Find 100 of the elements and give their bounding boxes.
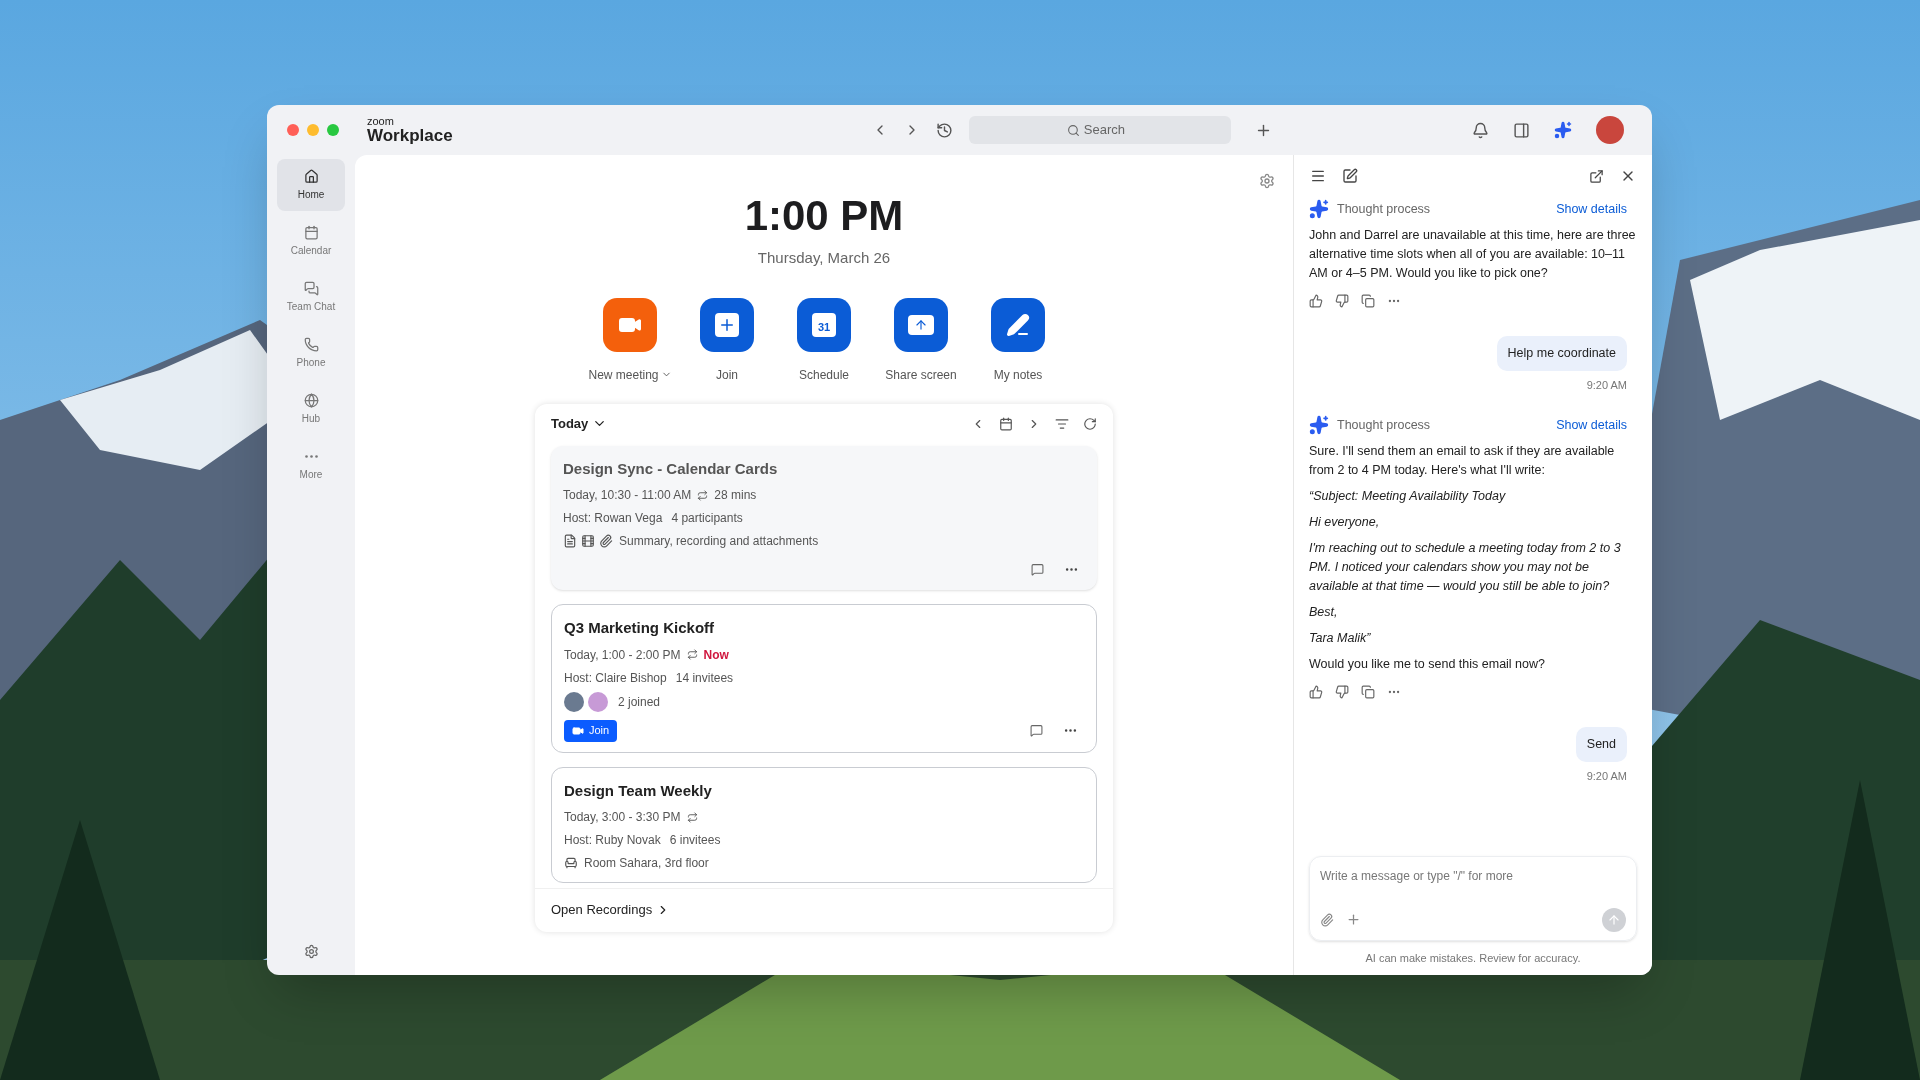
action-button[interactable]: Join (687, 297, 767, 384)
settings-icon[interactable] (303, 944, 319, 959)
notifications-icon[interactable] (1472, 121, 1489, 139)
pop-out-icon[interactable] (1589, 168, 1604, 184)
meeting-host: Host: Ruby Novak (564, 832, 661, 849)
sidebar-item[interactable]: More (277, 439, 345, 491)
refresh-icon[interactable] (1083, 416, 1097, 431)
meeting-title: Design Team Weekly (564, 780, 713, 801)
logo-small-text: zoom (367, 116, 395, 127)
user-avatar (1596, 116, 1624, 144)
joined-count: 2 joined (618, 693, 661, 711)
attach-icon[interactable] (1320, 912, 1334, 927)
logo-text: Workplace (367, 127, 453, 144)
disclaimer-text: AI can make mistakes. Review for accuracy. (1364, 950, 1582, 966)
meeting-card[interactable]: Design Sync - Calendar Cards Today, 10:30 - 11:00 AM 28 mins Host: Rowan Vega 4 participants Summary, recording and attachments (551, 445, 1097, 590)
phone-icon (303, 336, 319, 352)
sidebar-item[interactable]: Phone (277, 327, 345, 379)
meeting-assets: Summary, recording and attachments (619, 533, 819, 550)
sidebar-item[interactable]: Team Chat (277, 271, 345, 323)
meeting-time: Today, 3:00 - 3:30 PM (564, 809, 681, 826)
recurring-icon (697, 489, 709, 501)
message-paragraph: Tara Malik” (1309, 630, 1372, 648)
user-message: Help me coordinate (1496, 336, 1627, 371)
copy-icon[interactable] (1361, 294, 1375, 308)
message-paragraph: Best, (1309, 604, 1339, 622)
settings-icon[interactable] (1259, 173, 1275, 189)
message-composer[interactable]: Write a message or type "/" for more (1309, 855, 1637, 941)
search-input[interactable]: Search (1083, 120, 1134, 140)
calendar-icon[interactable] (999, 416, 1013, 431)
history-icon[interactable] (936, 121, 954, 139)
message-paragraph: “Subject: Meeting Availability Today (1309, 488, 1507, 506)
show-details-link[interactable]: Show details (1556, 415, 1627, 435)
attendee-avatar (588, 691, 608, 712)
message-time: 9:20 AM (1586, 769, 1627, 784)
thumbs-up-icon[interactable] (1309, 294, 1323, 308)
calendar-icon (303, 224, 319, 240)
menu-icon[interactable] (1310, 168, 1326, 184)
meeting-time: Today, 1:00 - 2:00 PM (564, 646, 681, 664)
thumbs-up-icon[interactable] (1309, 685, 1323, 700)
join-button[interactable]: Join (564, 719, 618, 742)
action-button[interactable]: My notes (978, 297, 1058, 384)
meeting-status: 28 mins (714, 487, 757, 504)
meeting-title: Q3 Marketing Kickoff (564, 618, 716, 638)
action-button[interactable]: Share screen (881, 297, 961, 384)
meeting-card[interactable]: Design Team Weekly Today, 3:00 - 3:30 PM Host: Ruby Novak 6 invitees Room Sahara, 3rd floor (551, 766, 1097, 883)
user-message: Send (1575, 727, 1627, 762)
chat-icon[interactable] (1031, 562, 1044, 576)
message-input[interactable]: Write a message or type "/" for more (1320, 866, 1626, 885)
meeting-host: Host: Rowan Vega (563, 510, 663, 527)
pen-icon (1006, 312, 1030, 337)
open-recordings-link[interactable]: Open Recordings (551, 900, 671, 920)
plus-icon[interactable] (1346, 912, 1361, 927)
meeting-title: Design Sync - Calendar Cards (563, 458, 779, 479)
sidebar-item[interactable]: Home (277, 159, 345, 211)
thumbs-down-icon[interactable] (1335, 685, 1349, 700)
home-icon (303, 168, 319, 184)
attendee-avatar (564, 691, 584, 712)
clock-date: Thursday, March 26 (757, 248, 891, 268)
search-field[interactable]: Search (969, 116, 1232, 144)
action-button[interactable]: 31 Schedule (784, 297, 864, 384)
thought-process-label: Thought process (1337, 416, 1431, 434)
message-time: 9:20 AM (1586, 377, 1627, 393)
document-icon (563, 534, 577, 548)
calendar-icon: 31 (812, 312, 836, 337)
action-button[interactable]: New meeting (590, 297, 670, 384)
arrow-up-icon (1607, 912, 1621, 927)
meeting-time: Today, 10:30 - 11:00 AM (563, 487, 692, 504)
clock-time: 1:00 PM (744, 195, 904, 237)
meeting-attendees: 14 invitees (675, 669, 734, 687)
meeting-attendees: 4 participants (671, 510, 743, 527)
share-screen-icon (908, 314, 934, 335)
sidebar-item[interactable]: Hub (277, 383, 345, 435)
compose-icon[interactable] (1342, 168, 1358, 184)
message-paragraph: Hi everyone, (1309, 514, 1381, 532)
sparkle-icon (1309, 415, 1329, 436)
meeting-card[interactable]: Q3 Marketing Kickoff Today, 1:00 - 2:00 PM Now Host: Claire Bishop 14 invitees 2 joined Join (551, 604, 1097, 753)
video-icon (581, 534, 595, 548)
panel-icon[interactable] (1513, 121, 1530, 139)
show-details-link[interactable]: Show details (1556, 199, 1627, 219)
copy-icon[interactable] (1361, 685, 1375, 700)
search-icon (1066, 123, 1080, 137)
meeting-status: Now (703, 646, 729, 664)
sidebar-item[interactable]: Calendar (277, 215, 345, 267)
meeting-attendees: 6 invitees (669, 832, 721, 849)
video-camera-icon (572, 724, 584, 737)
message-paragraph: Would you like me to send this email now? (1309, 656, 1546, 674)
filter-icon[interactable] (1055, 416, 1069, 431)
date-filter-dropdown[interactable]: Today (551, 413, 608, 434)
recurring-icon (686, 811, 698, 823)
sparkle-icon[interactable] (1554, 121, 1572, 139)
close-window-button[interactable] (287, 124, 299, 136)
chat-bubbles-icon (303, 280, 319, 296)
chat-icon[interactable] (1030, 724, 1043, 737)
plus-icon (715, 312, 739, 337)
message-paragraph: Sure. I'll send them an email to ask if they are available from 2 to 4 PM today. Here's what I'll write: (1309, 443, 1616, 480)
room-icon (564, 856, 578, 870)
thumbs-down-icon[interactable] (1335, 294, 1349, 308)
meeting-host: Host: Claire Bishop (564, 669, 667, 687)
thought-process-label: Thought process (1337, 200, 1431, 218)
recurring-icon (686, 649, 698, 660)
